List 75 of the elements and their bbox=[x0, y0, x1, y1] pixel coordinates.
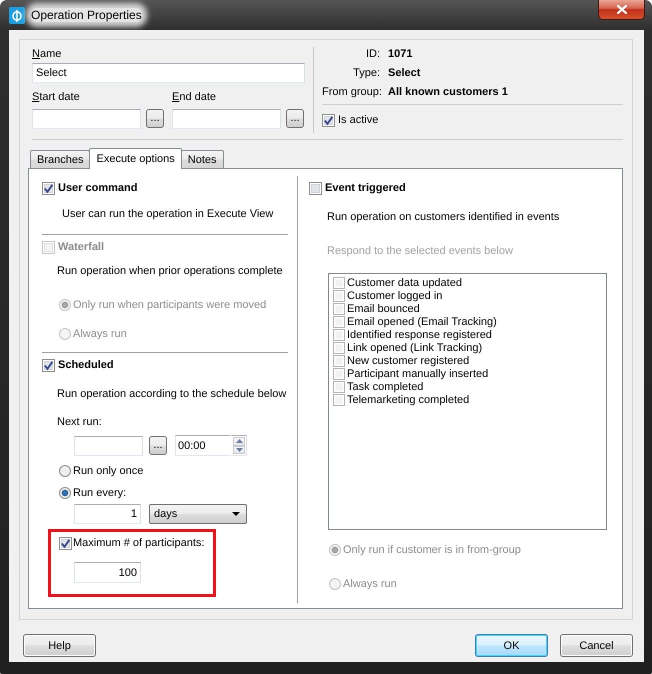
dialog-button[interactable]: Cancel bbox=[560, 634, 633, 657]
checkbox[interactable] bbox=[42, 182, 55, 194]
field-label: Next run: bbox=[57, 416, 102, 428]
date-field[interactable] bbox=[32, 109, 141, 129]
radio-label: Always run bbox=[73, 328, 127, 340]
app-icon bbox=[9, 6, 25, 24]
count-field[interactable]: 100 bbox=[74, 562, 141, 583]
field-label: From group: bbox=[322, 86, 380, 98]
checkbox[interactable] bbox=[333, 368, 345, 380]
checkbox[interactable] bbox=[333, 328, 345, 340]
field-value: All known customers 1 bbox=[388, 86, 509, 98]
close-button[interactable] bbox=[598, 0, 645, 20]
field-label: ID: bbox=[364, 48, 380, 60]
field-label: Type: bbox=[352, 66, 380, 78]
radio-button[interactable] bbox=[59, 465, 71, 477]
event-label: Identified response registered bbox=[347, 328, 492, 340]
field-label: Start date bbox=[32, 90, 81, 104]
tab[interactable]: Branches bbox=[30, 150, 90, 168]
event-label: Telemarketing completed bbox=[347, 394, 470, 406]
event-label: Participant manually inserted bbox=[347, 368, 488, 380]
event-label: Link opened (Link Tracking) bbox=[347, 342, 482, 354]
browse-button[interactable]: ... bbox=[146, 109, 164, 128]
checkbox[interactable] bbox=[333, 316, 345, 328]
event-label: Email bounced bbox=[347, 302, 420, 314]
name-field[interactable]: Select bbox=[32, 63, 305, 83]
window-title: Operation Properties bbox=[31, 8, 142, 22]
event-label: Email opened (Email Tracking) bbox=[347, 316, 497, 328]
field-value: 1071 bbox=[388, 48, 414, 60]
radio-label: Only run if customer is in from-group bbox=[343, 544, 521, 556]
field-label: Name bbox=[32, 47, 62, 61]
checkbox[interactable] bbox=[333, 290, 345, 302]
checkbox[interactable] bbox=[333, 302, 345, 314]
close-icon bbox=[616, 5, 626, 14]
radio-label: Always run bbox=[343, 578, 397, 590]
dialog-button[interactable]: Help bbox=[23, 634, 96, 657]
checkbox[interactable] bbox=[322, 114, 335, 126]
checkbox-label: Maximum # of participants: bbox=[73, 537, 204, 549]
checkbox-label: User command bbox=[58, 182, 138, 194]
browse-button[interactable]: ... bbox=[286, 109, 304, 128]
tab[interactable]: Notes bbox=[180, 150, 224, 168]
date-field[interactable] bbox=[74, 436, 143, 456]
event-label: New customer registered bbox=[347, 354, 470, 366]
checkbox-label: Scheduled bbox=[58, 359, 114, 371]
checkbox[interactable] bbox=[333, 394, 345, 406]
checkbox[interactable] bbox=[333, 380, 345, 392]
event-label: Customer data updated bbox=[347, 276, 462, 288]
event-label: Customer logged in bbox=[347, 290, 442, 302]
checkbox-label: Is active bbox=[338, 114, 378, 126]
unit-dropdown[interactable]: days bbox=[149, 504, 247, 524]
description-text: User can run the operation in Execute View bbox=[62, 208, 274, 220]
tab[interactable]: Execute options bbox=[89, 148, 182, 169]
date-field[interactable] bbox=[172, 109, 281, 129]
radio-label: Run only once bbox=[73, 465, 144, 477]
radio-label: Run every: bbox=[73, 487, 126, 499]
radio-button[interactable] bbox=[59, 487, 71, 499]
instruction-text: Respond to the selected events below bbox=[327, 245, 513, 257]
description-text: Run operation on customers identified in events bbox=[327, 211, 560, 223]
checkbox[interactable] bbox=[333, 342, 345, 354]
checkbox-label: Event triggered bbox=[325, 182, 406, 194]
field-label: End date bbox=[172, 90, 218, 104]
event-label: Task completed bbox=[347, 380, 424, 392]
checkbox[interactable] bbox=[333, 276, 345, 288]
caret-down-icon bbox=[232, 512, 240, 516]
checkbox-label: Waterfall bbox=[58, 241, 104, 253]
dialog-button[interactable]: OK bbox=[475, 634, 548, 657]
checkbox[interactable] bbox=[42, 358, 55, 372]
browse-button[interactable]: ... bbox=[149, 436, 167, 455]
description-text: Run operation when prior operations complete bbox=[57, 265, 283, 277]
radio-label: Only run when participants were moved bbox=[73, 299, 266, 311]
checkbox[interactable] bbox=[59, 536, 72, 550]
checkbox[interactable] bbox=[333, 354, 345, 366]
field-value: Select bbox=[388, 66, 422, 78]
checkbox[interactable] bbox=[309, 182, 322, 194]
interval-field[interactable]: 1 bbox=[74, 504, 141, 524]
description-text: Run operation according to the schedule below bbox=[57, 388, 286, 400]
